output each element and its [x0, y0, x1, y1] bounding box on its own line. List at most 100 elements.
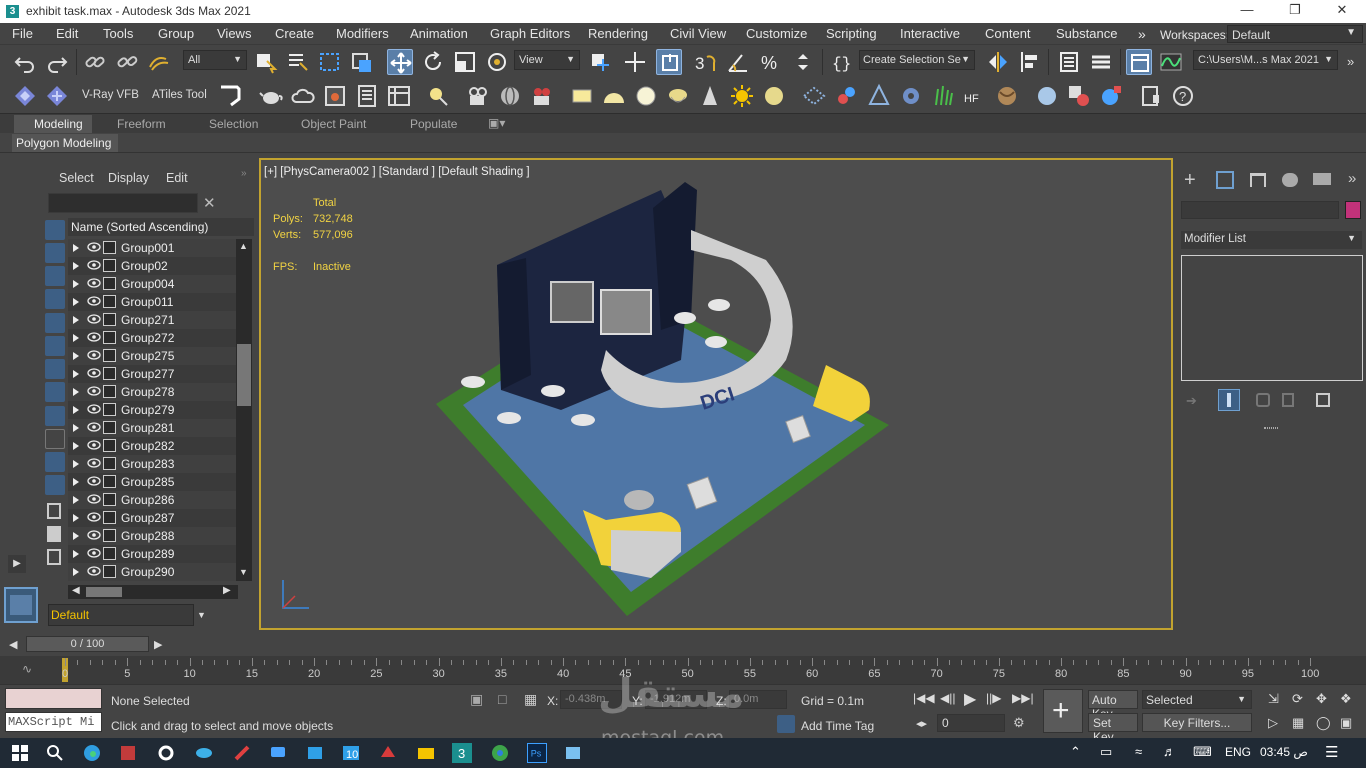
app-icon-red[interactable] [118, 743, 138, 763]
filter-list-icon[interactable] [47, 503, 61, 519]
keyboard-shortcut-override-icon[interactable] [656, 49, 682, 75]
scene-menu-select[interactable]: Select [59, 171, 94, 185]
filter-shapes-icon[interactable] [45, 243, 65, 263]
set-key-button[interactable]: Set Key [1088, 713, 1138, 744]
go-to-end-icon[interactable]: ▶▶| [1012, 691, 1034, 705]
visibility-eye-icon[interactable] [87, 494, 101, 504]
polygon-modeling-panel[interactable]: Polygon Modeling [12, 134, 118, 152]
scene-tree-row[interactable]: Group285 [68, 473, 250, 491]
modify-tab-icon[interactable] [1216, 171, 1234, 189]
expand-arrow-icon[interactable] [73, 460, 79, 468]
viewport-layout-icon[interactable] [4, 587, 38, 623]
scene-tree-row[interactable]: Group290 [68, 563, 250, 581]
atiles-tool-button[interactable]: ATiles Tool [152, 89, 207, 101]
show-end-result-icon[interactable] [1218, 389, 1240, 411]
spinner-snap-icon[interactable] [790, 49, 816, 75]
scroll-up-icon[interactable]: ▲ [239, 241, 248, 251]
modifier-stack[interactable] [1181, 255, 1363, 381]
select-by-name-icon[interactable] [285, 49, 311, 75]
menu-rendering[interactable]: Rendering [588, 26, 648, 41]
minimize-button[interactable]: — [1227, 2, 1267, 21]
scene-tree-row[interactable]: Group286 [68, 491, 250, 509]
visibility-eye-icon[interactable] [87, 530, 101, 540]
menu-customize[interactable]: Customize [746, 26, 807, 41]
menu-group[interactable]: Group [158, 26, 194, 41]
dome-light-icon[interactable] [601, 83, 627, 109]
prev-key-icon[interactable]: ◀|| [940, 691, 955, 705]
menu-content[interactable]: Content [985, 26, 1031, 41]
filter-helpers-icon[interactable] [45, 313, 65, 333]
scene-tree-row[interactable]: Group275 [68, 347, 250, 365]
object-color-swatch[interactable] [1345, 201, 1361, 219]
tab-object-paint[interactable]: Object Paint [301, 117, 366, 131]
files-app-icon[interactable] [305, 743, 325, 763]
scene-tree-row[interactable]: Group001 [68, 239, 250, 257]
plane-icon[interactable] [866, 83, 892, 109]
filter-containers-icon[interactable] [45, 429, 65, 449]
utilities-overflow-icon[interactable]: » [1348, 170, 1356, 187]
expand-panel-icon[interactable]: ▶ [8, 555, 26, 573]
fov-icon[interactable]: ▷ [1268, 715, 1278, 731]
bind-space-warp-icon[interactable] [146, 49, 172, 75]
media-app-icon[interactable] [563, 743, 583, 763]
tab-selection[interactable]: Selection [209, 117, 258, 131]
play-icon[interactable]: ▶ [964, 689, 976, 709]
material-browser-icon[interactable] [386, 83, 412, 109]
expand-arrow-icon[interactable] [73, 262, 79, 270]
3dsmax-taskbar-icon[interactable]: 3 [452, 743, 472, 763]
reference-coordinate-dropdown[interactable]: View ▼ [514, 50, 580, 70]
clipboard-icon[interactable] [1138, 83, 1164, 109]
expand-arrow-icon[interactable] [73, 424, 79, 432]
visibility-eye-icon[interactable] [87, 440, 101, 450]
scroll-left-icon[interactable]: ◀ [72, 585, 80, 596]
auto-key-button[interactable]: Auto Key [1088, 690, 1138, 721]
set-key-large-button[interactable]: + [1043, 689, 1083, 733]
curve-editor-icon[interactable] [1158, 49, 1184, 75]
scene-vertical-scrollbar[interactable]: ▲ ▼ [236, 239, 252, 581]
render-setup-icon[interactable] [354, 83, 380, 109]
vray-light-select-icon[interactable] [44, 83, 70, 109]
menu-tools[interactable]: Tools [103, 26, 133, 41]
toggle-ribbon-icon[interactable] [1126, 49, 1152, 75]
red-pen-icon[interactable] [232, 743, 252, 763]
windows-start-icon[interactable] [10, 743, 30, 763]
light-lister-icon[interactable] [425, 83, 451, 109]
create-tab-icon[interactable]: + [1184, 169, 1196, 192]
search-icon[interactable] [45, 743, 65, 763]
snaps-toggle-icon[interactable]: 3 [692, 49, 718, 75]
filter-cameras-icon[interactable] [45, 289, 65, 309]
expand-arrow-icon[interactable] [73, 550, 79, 558]
teapot-icon[interactable] [258, 83, 284, 109]
expand-arrow-icon[interactable] [73, 496, 79, 504]
visibility-eye-icon[interactable] [87, 422, 101, 432]
scene-menu-display[interactable]: Display [108, 171, 149, 185]
prev-frame-icon[interactable]: ◀ [9, 638, 17, 651]
layer-explorer-icon[interactable] [1088, 49, 1114, 75]
ribbon-options-icon[interactable]: ▣▾ [488, 116, 505, 130]
scene-tree-row[interactable]: Group287 [68, 509, 250, 527]
visibility-eye-icon[interactable] [87, 386, 101, 396]
filter-spacewarps-icon[interactable] [45, 336, 65, 356]
select-manipulate-icon[interactable] [622, 49, 648, 75]
modifier-list-dropdown[interactable]: Modifier List ▼ [1181, 231, 1362, 249]
menu-overflow-icon[interactable]: » [1138, 26, 1146, 42]
motion-tab-icon[interactable] [1282, 173, 1298, 187]
expand-arrow-icon[interactable] [73, 244, 79, 252]
select-and-move-icon[interactable] [387, 49, 413, 75]
close-button[interactable]: ✕ [1322, 2, 1362, 21]
walkthrough-icon[interactable]: ❖ [1340, 691, 1352, 707]
visibility-eye-icon[interactable] [87, 332, 101, 342]
visibility-eye-icon[interactable] [87, 566, 101, 576]
expand-arrow-icon[interactable] [73, 280, 79, 288]
scene-tree-row[interactable]: Group011 [68, 293, 250, 311]
volume-icon[interactable]: ♬ [1163, 744, 1176, 759]
file-explorer-icon[interactable] [416, 743, 436, 763]
menu-edit[interactable]: Edit [56, 26, 78, 41]
menu-file[interactable]: File [12, 26, 33, 41]
menu-scripting[interactable]: Scripting [826, 26, 877, 41]
vray-light-icon[interactable] [12, 83, 38, 109]
material-editor-icon[interactable] [1066, 83, 1092, 109]
gear-icon[interactable] [898, 83, 924, 109]
menu-create[interactable]: Create [275, 26, 314, 41]
select-and-place-icon[interactable] [484, 49, 510, 75]
